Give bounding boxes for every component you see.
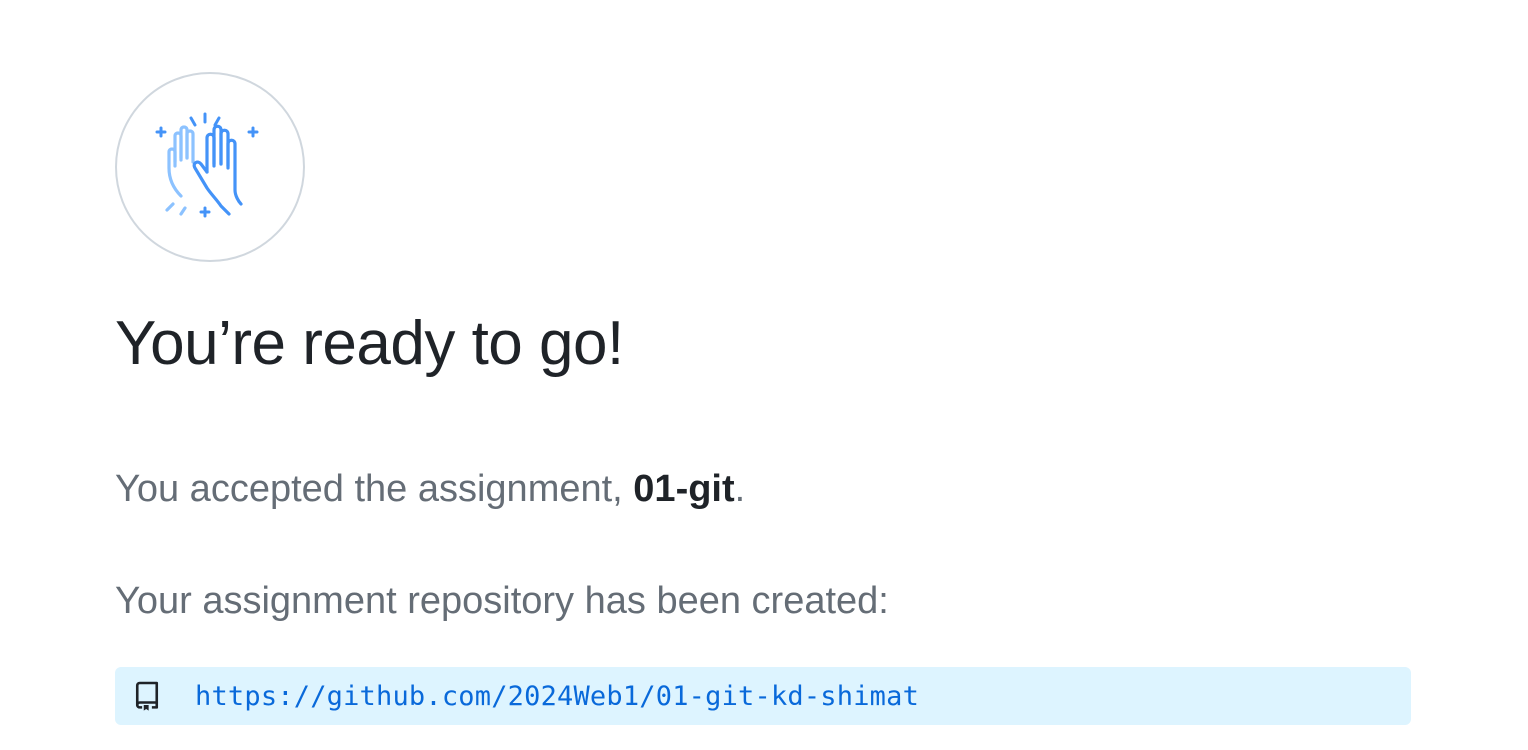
assignment-name: 01-git (633, 468, 735, 510)
repo-icon (133, 680, 161, 712)
accepted-message: You accepted the assignment, 01-git. (115, 466, 1411, 512)
accepted-suffix: . (734, 468, 746, 510)
repository-created-message: Your assignment repository has been crea… (115, 580, 889, 622)
page-title: You’re ready to go! (115, 309, 624, 378)
high-five-illustration (115, 72, 305, 262)
repository-link-box: https://github.com/2024Web1/01-git-kd-sh… (115, 667, 1411, 725)
repository-link[interactable]: https://github.com/2024Web1/01-git-kd-sh… (195, 681, 919, 712)
assignment-accepted-panel: You’re ready to go! You accepted the ass… (115, 72, 1411, 745)
high-five-icon (155, 112, 259, 218)
accepted-prefix: You accepted the assignment, (115, 468, 634, 510)
